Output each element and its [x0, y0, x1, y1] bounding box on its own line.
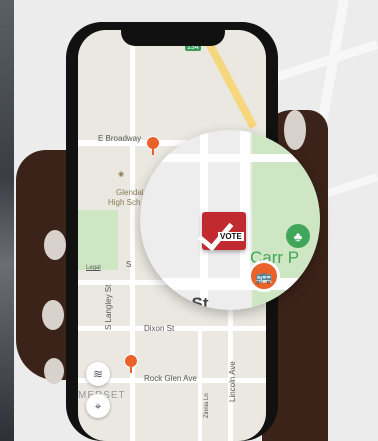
bus-icon[interactable]: 🚌 — [248, 260, 280, 292]
street-label-s-langley: S Langley St — [104, 284, 113, 330]
road — [198, 330, 202, 441]
street-label-colorado-zoom: rado St — [150, 294, 209, 310]
locate-icon[interactable]: ⌖ — [86, 394, 110, 418]
park-area — [78, 210, 118, 270]
poi-school-line2: High Sch — [108, 198, 141, 207]
road-zoom — [140, 154, 320, 162]
fingernail — [44, 230, 66, 260]
bus-icon[interactable] — [146, 136, 160, 155]
fingernail — [44, 358, 64, 384]
street-label-lincoln: Lincoln Ave — [228, 361, 237, 402]
road-zoom — [240, 130, 250, 280]
legal-link[interactable]: Legal — [86, 265, 101, 271]
phone-notch — [121, 22, 225, 46]
school-icon: ◉ — [118, 171, 125, 178]
street-label-rock-glen: Rock Glen Ave — [144, 374, 197, 383]
street-label-e-broadway: E Broadway — [98, 134, 142, 143]
road — [130, 30, 135, 441]
poi-school-line1: Glendal — [116, 188, 144, 197]
magnifier-lens: VOTE ♣ Carr P rado St 🚌 — [140, 130, 320, 310]
bus-icon[interactable] — [124, 354, 138, 373]
background-photo-strip — [0, 0, 14, 441]
street-label-partial: S — [126, 260, 132, 269]
road-zoom — [140, 278, 320, 290]
street-label-dixon: Dixon St — [144, 324, 175, 333]
photo-scene: 134 E Broadway ◉ Glendal High Sch Legal … — [0, 0, 378, 441]
tree-icon: ♣ — [286, 224, 310, 248]
fingernail — [42, 300, 64, 330]
vote-label: VOTE — [218, 232, 244, 241]
layers-icon[interactable]: ≋ — [86, 362, 110, 386]
vote-box-icon[interactable]: VOTE — [197, 212, 246, 252]
street-label-zinnia: Zinnia Ln — [204, 393, 210, 418]
